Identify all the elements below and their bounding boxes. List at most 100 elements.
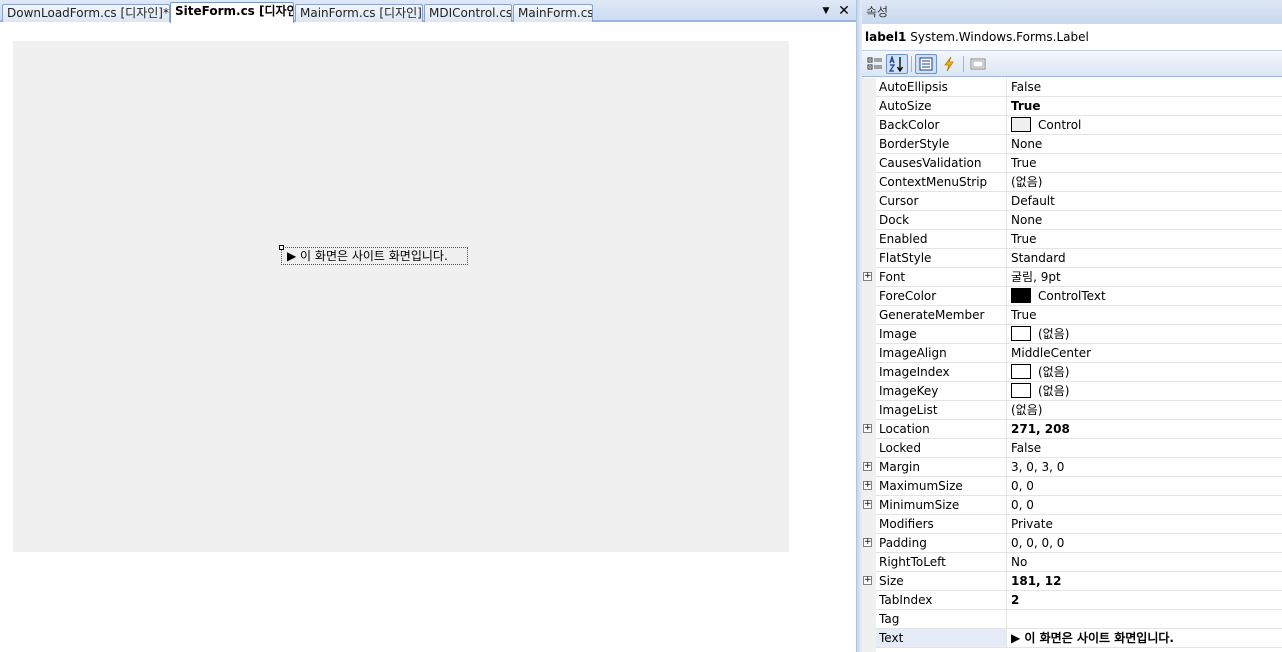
property-value[interactable]: 0, 0, 0, 0 (1007, 534, 1282, 553)
property-name[interactable]: Margin (876, 458, 1007, 477)
tab-mainform-code[interactable]: MainForm.cs (513, 4, 593, 22)
property-name[interactable]: BorderStyle (876, 135, 1007, 154)
property-name[interactable]: AutoEllipsis (876, 78, 1007, 97)
property-value[interactable]: 굴림, 9pt (1007, 268, 1282, 287)
tab-dropdown-icon[interactable]: ▼ (818, 3, 834, 19)
property-row[interactable]: + Padding 0, 0, 0, 0 (862, 534, 1282, 553)
property-value[interactable]: True (1007, 97, 1282, 116)
tab-mdicontrol[interactable]: MDIControl.cs (424, 4, 512, 22)
property-name[interactable]: MaximumSize (876, 477, 1007, 496)
property-value[interactable]: True (1007, 306, 1282, 325)
property-row[interactable]: FlatStyle Standard (862, 249, 1282, 268)
property-row[interactable]: + Location 271, 208 (862, 420, 1282, 439)
property-name[interactable]: Image (876, 325, 1007, 344)
property-name[interactable]: Font (876, 268, 1007, 287)
categorized-button[interactable] (864, 54, 886, 74)
property-row[interactable]: Dock None (862, 211, 1282, 230)
property-row[interactable]: + MinimumSize 0, 0 (862, 496, 1282, 515)
object-selector[interactable]: label1 System.Windows.Forms.Label (862, 26, 1282, 48)
property-name[interactable]: GenerateMember (876, 306, 1007, 325)
expand-plus-icon[interactable]: + (863, 500, 872, 509)
property-name[interactable]: ContextMenuStrip (876, 173, 1007, 192)
property-row[interactable]: ImageKey (없음) (862, 382, 1282, 401)
property-row[interactable]: CausesValidation True (862, 154, 1282, 173)
property-value[interactable]: Control (1007, 116, 1282, 135)
property-value[interactable]: (없음) (1007, 382, 1282, 401)
property-name[interactable]: Size (876, 572, 1007, 591)
property-row[interactable]: Modifiers Private (862, 515, 1282, 534)
property-value[interactable]: (없음) (1007, 401, 1282, 420)
property-row[interactable]: Enabled True (862, 230, 1282, 249)
property-name[interactable]: ImageIndex (876, 363, 1007, 382)
property-name[interactable]: Padding (876, 534, 1007, 553)
property-row[interactable]: Tag (862, 610, 1282, 629)
property-value[interactable]: ▶ 이 화면은 사이트 화면입니다. (1007, 629, 1282, 648)
property-name[interactable]: Location (876, 420, 1007, 439)
property-value[interactable]: No (1007, 553, 1282, 572)
property-name[interactable]: ImageList (876, 401, 1007, 420)
property-value[interactable]: 0, 0 (1007, 496, 1282, 515)
property-name[interactable]: Cursor (876, 192, 1007, 211)
tab-siteform-design[interactable]: SiteForm.cs [디자인] (170, 2, 294, 23)
selection-handle-icon[interactable] (279, 245, 284, 250)
property-name[interactable]: AutoSize (876, 97, 1007, 116)
property-row[interactable]: ForeColor ControlText (862, 287, 1282, 306)
tab-close-icon[interactable]: ✕ (836, 3, 852, 19)
properties-button[interactable] (915, 54, 937, 74)
property-value[interactable]: (없음) (1007, 173, 1282, 192)
property-name[interactable]: ForeColor (876, 287, 1007, 306)
property-row[interactable]: BackColor Control (862, 116, 1282, 135)
property-value[interactable]: True (1007, 154, 1282, 173)
property-value[interactable]: 3, 0, 3, 0 (1007, 458, 1282, 477)
property-row[interactable]: + Font 굴림, 9pt (862, 268, 1282, 287)
property-row[interactable]: Image (없음) (862, 325, 1282, 344)
property-value[interactable]: ControlText (1007, 287, 1282, 306)
property-value[interactable]: Standard (1007, 249, 1282, 268)
property-value[interactable]: 0, 0 (1007, 477, 1282, 496)
property-value[interactable]: True (1007, 230, 1282, 249)
property-row[interactable]: + MaximumSize 0, 0 (862, 477, 1282, 496)
property-row[interactable]: TabIndex 2 (862, 591, 1282, 610)
property-value[interactable]: False (1007, 78, 1282, 97)
expand-plus-icon[interactable]: + (863, 272, 872, 281)
tab-downloadform-design[interactable]: DownLoadForm.cs [디자인]* (2, 4, 170, 22)
property-row[interactable]: Locked False (862, 439, 1282, 458)
property-value[interactable] (1007, 610, 1282, 629)
property-name[interactable]: Enabled (876, 230, 1007, 249)
expand-plus-icon[interactable]: + (863, 481, 872, 490)
selected-label-control[interactable]: ▶ 이 화면은 사이트 화면입니다. (279, 245, 468, 265)
property-value[interactable]: 271, 208 (1007, 420, 1282, 439)
property-value[interactable]: Default (1007, 192, 1282, 211)
property-value[interactable]: False (1007, 439, 1282, 458)
property-row[interactable]: RightToLeft No (862, 553, 1282, 572)
property-row[interactable]: ContextMenuStrip (없음) (862, 173, 1282, 192)
property-row[interactable]: AutoEllipsis False (862, 78, 1282, 97)
property-name[interactable]: MinimumSize (876, 496, 1007, 515)
events-button[interactable] (938, 54, 960, 74)
property-name[interactable]: Modifiers (876, 515, 1007, 534)
property-row[interactable]: ImageList (없음) (862, 401, 1282, 420)
property-name[interactable]: Dock (876, 211, 1007, 230)
property-name[interactable]: FlatStyle (876, 249, 1007, 268)
property-value[interactable]: (없음) (1007, 325, 1282, 344)
expand-plus-icon[interactable]: + (863, 538, 872, 547)
property-name[interactable]: CausesValidation (876, 154, 1007, 173)
property-value[interactable]: (없음) (1007, 363, 1282, 382)
property-value[interactable]: 181, 12 (1007, 572, 1282, 591)
designer-surface[interactable]: ▶ 이 화면은 사이트 화면입니다. (0, 24, 856, 652)
alphabetical-button[interactable] (886, 54, 908, 74)
property-name[interactable]: BackColor (876, 116, 1007, 135)
property-row[interactable]: + Size 181, 12 (862, 572, 1282, 591)
property-row[interactable]: BorderStyle None (862, 135, 1282, 154)
property-value[interactable]: MiddleCenter (1007, 344, 1282, 363)
property-row[interactable]: + Margin 3, 0, 3, 0 (862, 458, 1282, 477)
property-row[interactable]: Text ▶ 이 화면은 사이트 화면입니다. (862, 629, 1282, 648)
property-name[interactable]: Locked (876, 439, 1007, 458)
property-name[interactable]: Tag (876, 610, 1007, 629)
property-name[interactable]: ImageAlign (876, 344, 1007, 363)
property-name[interactable]: RightToLeft (876, 553, 1007, 572)
property-name[interactable]: TabIndex (876, 591, 1007, 610)
property-row[interactable]: Cursor Default (862, 192, 1282, 211)
expand-plus-icon[interactable]: + (863, 462, 872, 471)
property-pages-button[interactable] (967, 54, 989, 74)
